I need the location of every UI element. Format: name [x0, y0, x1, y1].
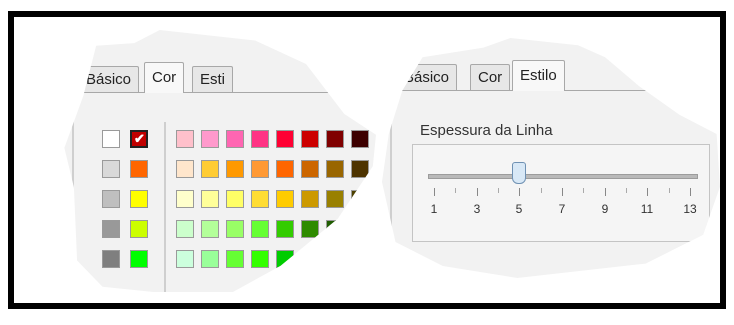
palette-color-swatch[interactable]: [276, 220, 294, 238]
slider-tick-label: 1: [430, 202, 438, 216]
slider-minor-tick: [455, 188, 456, 193]
palette-color-swatch[interactable]: [226, 250, 244, 268]
checkmark-icon: ✔: [134, 131, 145, 146]
slider-tick-label: 11: [640, 202, 654, 216]
basic-color-swatch[interactable]: [102, 220, 120, 238]
line-thickness-slider-thumb[interactable]: [512, 162, 526, 184]
slider-tick-label: 7: [558, 202, 566, 216]
tab-estilo[interactable]: Estilo: [512, 60, 565, 91]
slider-major-tick: [434, 188, 435, 196]
slider-minor-tick: [669, 188, 670, 193]
palette-color-swatch[interactable]: [276, 160, 294, 178]
palette-color-swatch[interactable]: [201, 250, 219, 268]
palette-color-swatch[interactable]: [326, 160, 344, 178]
palette-color-swatch[interactable]: [351, 130, 369, 148]
tab-cor[interactable]: Cor: [470, 64, 511, 91]
slider-tick-label: 9: [601, 202, 609, 216]
basic-color-swatch[interactable]: [130, 190, 148, 208]
line-thickness-slider-track[interactable]: [428, 174, 698, 179]
slider-tick-label: 3: [473, 202, 481, 216]
basic-color-swatch[interactable]: [130, 160, 148, 178]
basic-color-swatch[interactable]: [102, 190, 120, 208]
palette-color-swatch[interactable]: [301, 160, 319, 178]
tab-cor[interactable]: Cor: [144, 62, 185, 93]
palette-color-swatch[interactable]: [301, 190, 319, 208]
palette-color-swatch[interactable]: [176, 250, 194, 268]
basic-color-swatch[interactable]: [130, 250, 148, 268]
palette-color-swatch[interactable]: [251, 160, 269, 178]
palette-color-swatch[interactable]: [326, 190, 344, 208]
slider-major-tick: [562, 188, 563, 196]
basic-color-swatch[interactable]: [102, 250, 120, 268]
slider-major-tick: [477, 188, 478, 196]
slider-major-tick: [519, 188, 520, 196]
slider-major-tick: [647, 188, 648, 196]
palette-color-swatch[interactable]: [226, 160, 244, 178]
slider-major-tick: [605, 188, 606, 196]
palette-color-swatch[interactable]: [176, 190, 194, 208]
palette-color-swatch[interactable]: [201, 130, 219, 148]
slider-minor-tick: [541, 188, 542, 193]
palette-color-swatch[interactable]: [301, 220, 319, 238]
palette-color-swatch[interactable]: [251, 220, 269, 238]
palette-color-swatch[interactable]: [201, 220, 219, 238]
palette-color-swatch[interactable]: [176, 130, 194, 148]
basic-color-swatch[interactable]: ✔: [130, 130, 148, 148]
palette-color-swatch[interactable]: [226, 130, 244, 148]
slider-minor-tick: [583, 188, 584, 193]
tab-estilo[interactable]: Esti: [192, 66, 234, 93]
palette-color-swatch[interactable]: [251, 130, 269, 148]
palette-color-swatch[interactable]: [276, 130, 294, 148]
slider-minor-tick: [498, 188, 499, 193]
palette-color-swatch[interactable]: [201, 160, 219, 178]
palette-color-swatch[interactable]: [176, 220, 194, 238]
palette-color-swatch[interactable]: [276, 190, 294, 208]
slider-minor-tick: [626, 188, 627, 193]
line-thickness-label: Espessura da Linha: [420, 122, 553, 139]
palette-color-swatch[interactable]: [226, 190, 244, 208]
slider-major-tick: [690, 188, 691, 196]
palette-color-swatch[interactable]: [201, 190, 219, 208]
palette-color-swatch[interactable]: [226, 220, 244, 238]
palette-color-swatch[interactable]: [251, 250, 269, 268]
basic-color-swatch[interactable]: [102, 160, 120, 178]
palette-color-swatch[interactable]: [326, 130, 344, 148]
palette-color-swatch[interactable]: [176, 160, 194, 178]
palette-divider: [164, 122, 166, 292]
basic-color-swatch[interactable]: [102, 130, 120, 148]
slider-tick-label: 13: [683, 202, 697, 216]
basic-color-swatch[interactable]: [130, 220, 148, 238]
palette-color-swatch[interactable]: [351, 160, 369, 178]
palette-color-swatch[interactable]: [301, 130, 319, 148]
slider-tick-label: 5: [515, 202, 523, 216]
palette-color-swatch[interactable]: [251, 190, 269, 208]
line-thickness-group: [412, 144, 710, 242]
